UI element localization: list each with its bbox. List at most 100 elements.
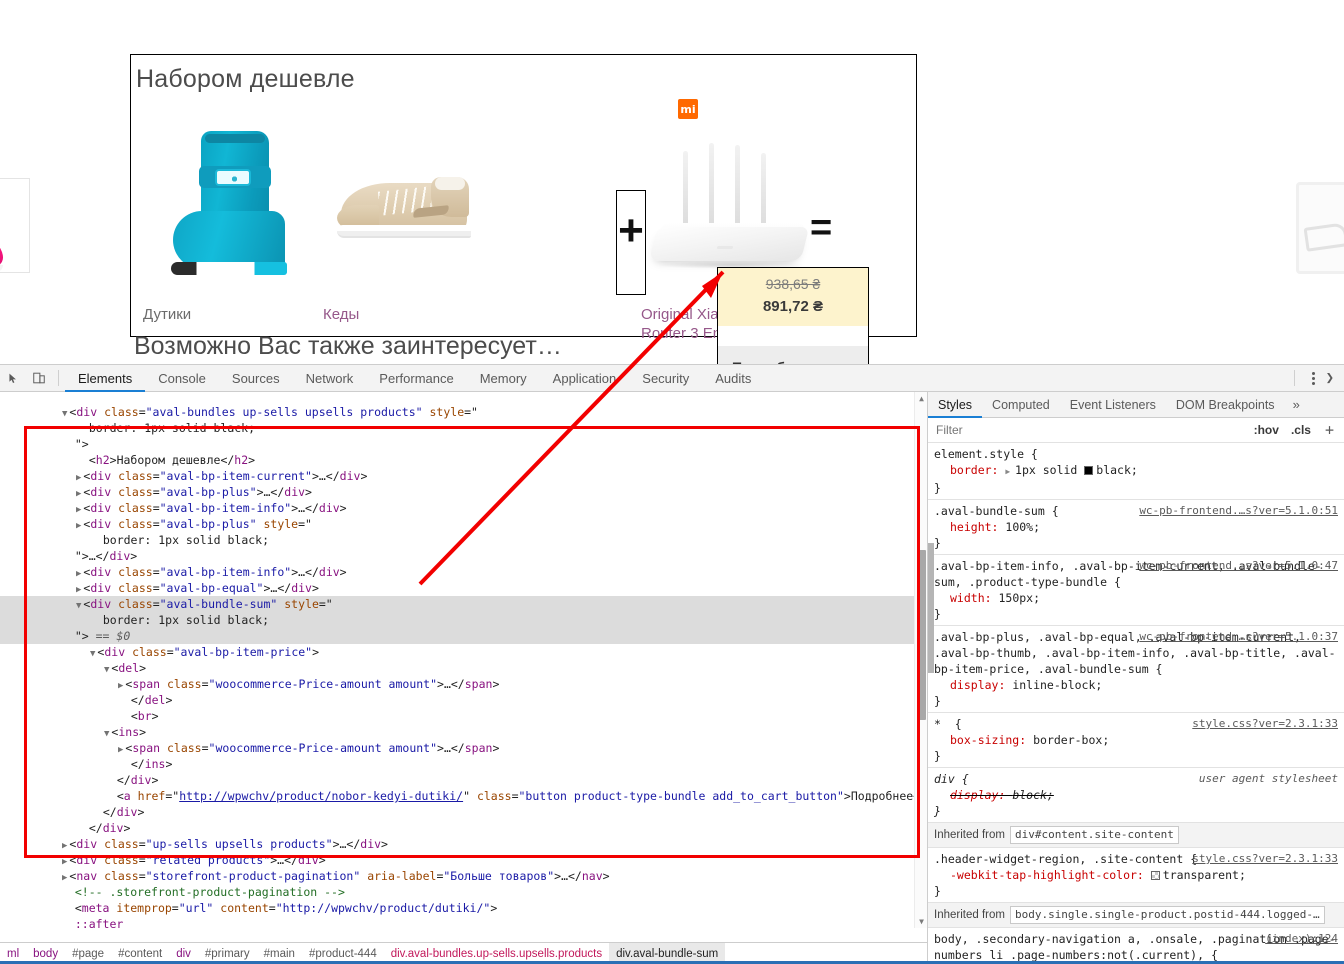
dom-node-line[interactable]: ">…</div>: [0, 548, 914, 564]
chevron-right-icon[interactable]: ▶: [62, 841, 67, 851]
styles-scrollbar-thumb[interactable]: [928, 543, 934, 673]
adjacent-product-card-left[interactable]: [0, 178, 30, 273]
css-property-name[interactable]: height:: [934, 520, 1005, 534]
tab-styles[interactable]: Styles: [928, 392, 983, 418]
bundle-item-info-sneaker[interactable]: Кеды: [323, 105, 473, 330]
color-swatch[interactable]: [1150, 871, 1160, 880]
chevron-down-icon[interactable]: ▼: [104, 729, 109, 739]
hov-toggle-button[interactable]: :hov: [1252, 423, 1281, 437]
style-declaration[interactable]: display: inline-block;: [934, 677, 1344, 693]
dom-token-lnk[interactable]: http://wpwchv/product/nobor-kedyi-dutiki…: [179, 789, 463, 803]
chevron-right-icon[interactable]: ▶: [76, 521, 81, 531]
chevron-right-icon[interactable]: ▶: [62, 873, 67, 883]
dom-node-line[interactable]: ▶ <nav class="storefront-product-paginati…: [0, 868, 914, 884]
chevron-right-icon[interactable]: ▶: [76, 505, 81, 515]
dom-node-line[interactable]: border: 1px solid black;: [0, 612, 914, 628]
dom-node-line[interactable]: ">: [0, 436, 914, 452]
css-property-value[interactable]: black;: [1096, 463, 1138, 477]
css-property-name[interactable]: box-sizing:: [934, 733, 1033, 747]
style-rule-selector[interactable]: element.style {: [934, 446, 1344, 462]
css-property-value[interactable]: 150px;: [998, 591, 1040, 605]
css-property-name[interactable]: display:: [934, 788, 1012, 802]
inspect-cursor-icon[interactable]: [0, 365, 26, 391]
styles-rules-list[interactable]: element.style {border: ▶ 1px solid black…: [928, 443, 1344, 964]
css-property-name[interactable]: -webkit-tap-highlight-color:: [934, 868, 1151, 882]
chevron-down-icon[interactable]: ▼: [90, 649, 95, 659]
scroll-down-arrow-icon[interactable]: ▼: [915, 915, 927, 928]
style-source-link[interactable]: (index):124: [1265, 932, 1338, 945]
style-source-link[interactable]: style.css?ver=2.3.1:33: [1192, 852, 1338, 865]
chevron-double-right-icon[interactable]: »: [1285, 397, 1308, 412]
dom-node-line[interactable]: ▶ <div class="aval-bp-plus">…</div>: [0, 484, 914, 500]
bundle-item-current[interactable]: Дутики: [143, 105, 293, 330]
chevron-down-icon[interactable]: ▼: [62, 409, 67, 419]
scrollbar-thumb[interactable]: [917, 550, 926, 720]
tab-dom-breakpoints[interactable]: DOM Breakpoints: [1166, 392, 1285, 417]
dom-node-line[interactable]: <br>: [0, 708, 914, 724]
inherited-source-chip[interactable]: body.single.single-product.postid-444.lo…: [1009, 906, 1325, 924]
chevron-right-icon[interactable]: ▶: [118, 745, 123, 755]
style-declaration[interactable]: border: ▶ 1px solid black;: [934, 462, 1344, 480]
dom-node-line[interactable]: </div>: [0, 804, 914, 820]
styles-filter-input[interactable]: [934, 422, 1244, 438]
tab-security[interactable]: Security: [629, 365, 702, 391]
dom-node-line[interactable]: ...: [0, 394, 914, 404]
color-swatch[interactable]: [1084, 466, 1094, 475]
chevron-right-icon[interactable]: ▶: [62, 857, 67, 867]
style-rule[interactable]: user agent stylesheet div {display: block…: [928, 768, 1344, 823]
cls-toggle-button[interactable]: .cls: [1289, 423, 1313, 437]
tab-sources[interactable]: Sources: [219, 365, 293, 391]
style-rule-origin[interactable]: style.css?ver=2.3.1:33: [1192, 716, 1338, 732]
chevron-right-icon[interactable]: ▶: [76, 569, 81, 579]
style-declaration[interactable]: display: block;: [934, 787, 1344, 803]
dom-node-line[interactable]: ▶ <div class="aval-bp-plus" style=": [0, 516, 914, 532]
kebab-menu-icon[interactable]: [1303, 371, 1324, 385]
adjacent-product-card-right[interactable]: [1296, 182, 1344, 274]
dom-node-line[interactable]: <!-- .storefront-product-pagination -->: [0, 884, 914, 900]
style-rule[interactable]: wc-pb-frontend.…s?ver=5.1.0:51 .aval-bund…: [928, 500, 1344, 555]
dom-node-line[interactable]: ▶ <div class="aval-bp-item-info">…</div>: [0, 564, 914, 580]
bundle-item-title[interactable]: Дутики: [143, 305, 303, 324]
dom-node-line[interactable]: ▼ <ins>: [0, 724, 914, 740]
dom-node-line[interactable]: ▶ <div class="aval-bp-item-info">…</div>: [0, 500, 914, 516]
css-property-value[interactable]: border-box;: [1033, 733, 1109, 747]
tab-computed[interactable]: Computed: [982, 392, 1060, 417]
chevron-down-icon[interactable]: ▼: [104, 665, 109, 675]
style-source-link[interactable]: wc-pb-frontend.…s?ver=5.1.0:51: [1139, 504, 1338, 517]
style-source-link[interactable]: style.css?ver=2.3.1:33: [1192, 717, 1338, 730]
tab-audits[interactable]: Audits: [702, 365, 764, 391]
dom-node-line[interactable]: ▶ <div class="aval-bp-equal">…</div>: [0, 580, 914, 596]
dom-node-line[interactable]: ▶ <span class="woocommerce-Price-amount a…: [0, 740, 914, 756]
chevron-right-icon[interactable]: ▶: [1005, 467, 1015, 476]
tab-elements[interactable]: Elements: [65, 365, 146, 392]
dom-tree[interactable]: ... ▼ <div class="aval-bundles up-sells up…: [0, 392, 914, 928]
dom-node-line[interactable]: "> == $0: [0, 628, 914, 644]
style-declaration[interactable]: box-sizing: border-box;: [934, 732, 1344, 748]
dom-node-line[interactable]: ▶ <div class="related products">…</div>: [0, 852, 914, 868]
dom-node-line[interactable]: <a href="http://wpwchv/product/nobor-ked…: [0, 788, 914, 804]
style-declaration[interactable]: height: 100%;: [934, 519, 1344, 535]
css-property-value[interactable]: transparent;: [1163, 868, 1246, 882]
add-to-cart-button[interactable]: Подробнее: [718, 346, 868, 364]
style-rule-origin[interactable]: wc-pb-frontend.…s?ver=5.1.0:47: [1139, 558, 1338, 574]
dom-node-line[interactable]: ▶ <div class="aval-bp-item-current">…</di…: [0, 468, 914, 484]
tab-event-listeners[interactable]: Event Listeners: [1060, 392, 1166, 417]
style-rule[interactable]: style.css?ver=2.3.1:33 .header-widget-reg…: [928, 848, 1344, 903]
chevron-down-icon[interactable]: ▼: [76, 601, 81, 611]
style-rule-origin[interactable]: (index):124: [1265, 931, 1338, 947]
chevron-right-icon[interactable]: ▶: [76, 489, 81, 499]
chevron-right-icon[interactable]: ▶: [76, 473, 81, 483]
style-declaration[interactable]: -webkit-tap-highlight-color: transparent…: [934, 867, 1344, 883]
css-property-name[interactable]: width:: [934, 591, 998, 605]
device-toolbar-icon[interactable]: [26, 365, 52, 391]
dom-node-line[interactable]: <meta itemprop="url" content="http://wpw…: [0, 900, 914, 916]
dom-node-line[interactable]: </ins>: [0, 756, 914, 772]
inherited-source-chip[interactable]: div#content.site-content: [1009, 826, 1179, 844]
bundle-item-title[interactable]: Кеды: [323, 305, 483, 324]
dom-node-line[interactable]: ▼ <div class="aval-bundles up-sells upsel…: [0, 404, 914, 420]
chevron-right-icon[interactable]: ▶: [76, 585, 81, 595]
dom-node-line[interactable]: ▼ <div class="aval-bundle-sum" style=": [0, 596, 914, 612]
dom-node-line[interactable]: <h2>Набором дешевле</h2>: [0, 452, 914, 468]
chevron-right-icon[interactable]: ▶: [118, 681, 123, 691]
tab-memory[interactable]: Memory: [467, 365, 540, 391]
